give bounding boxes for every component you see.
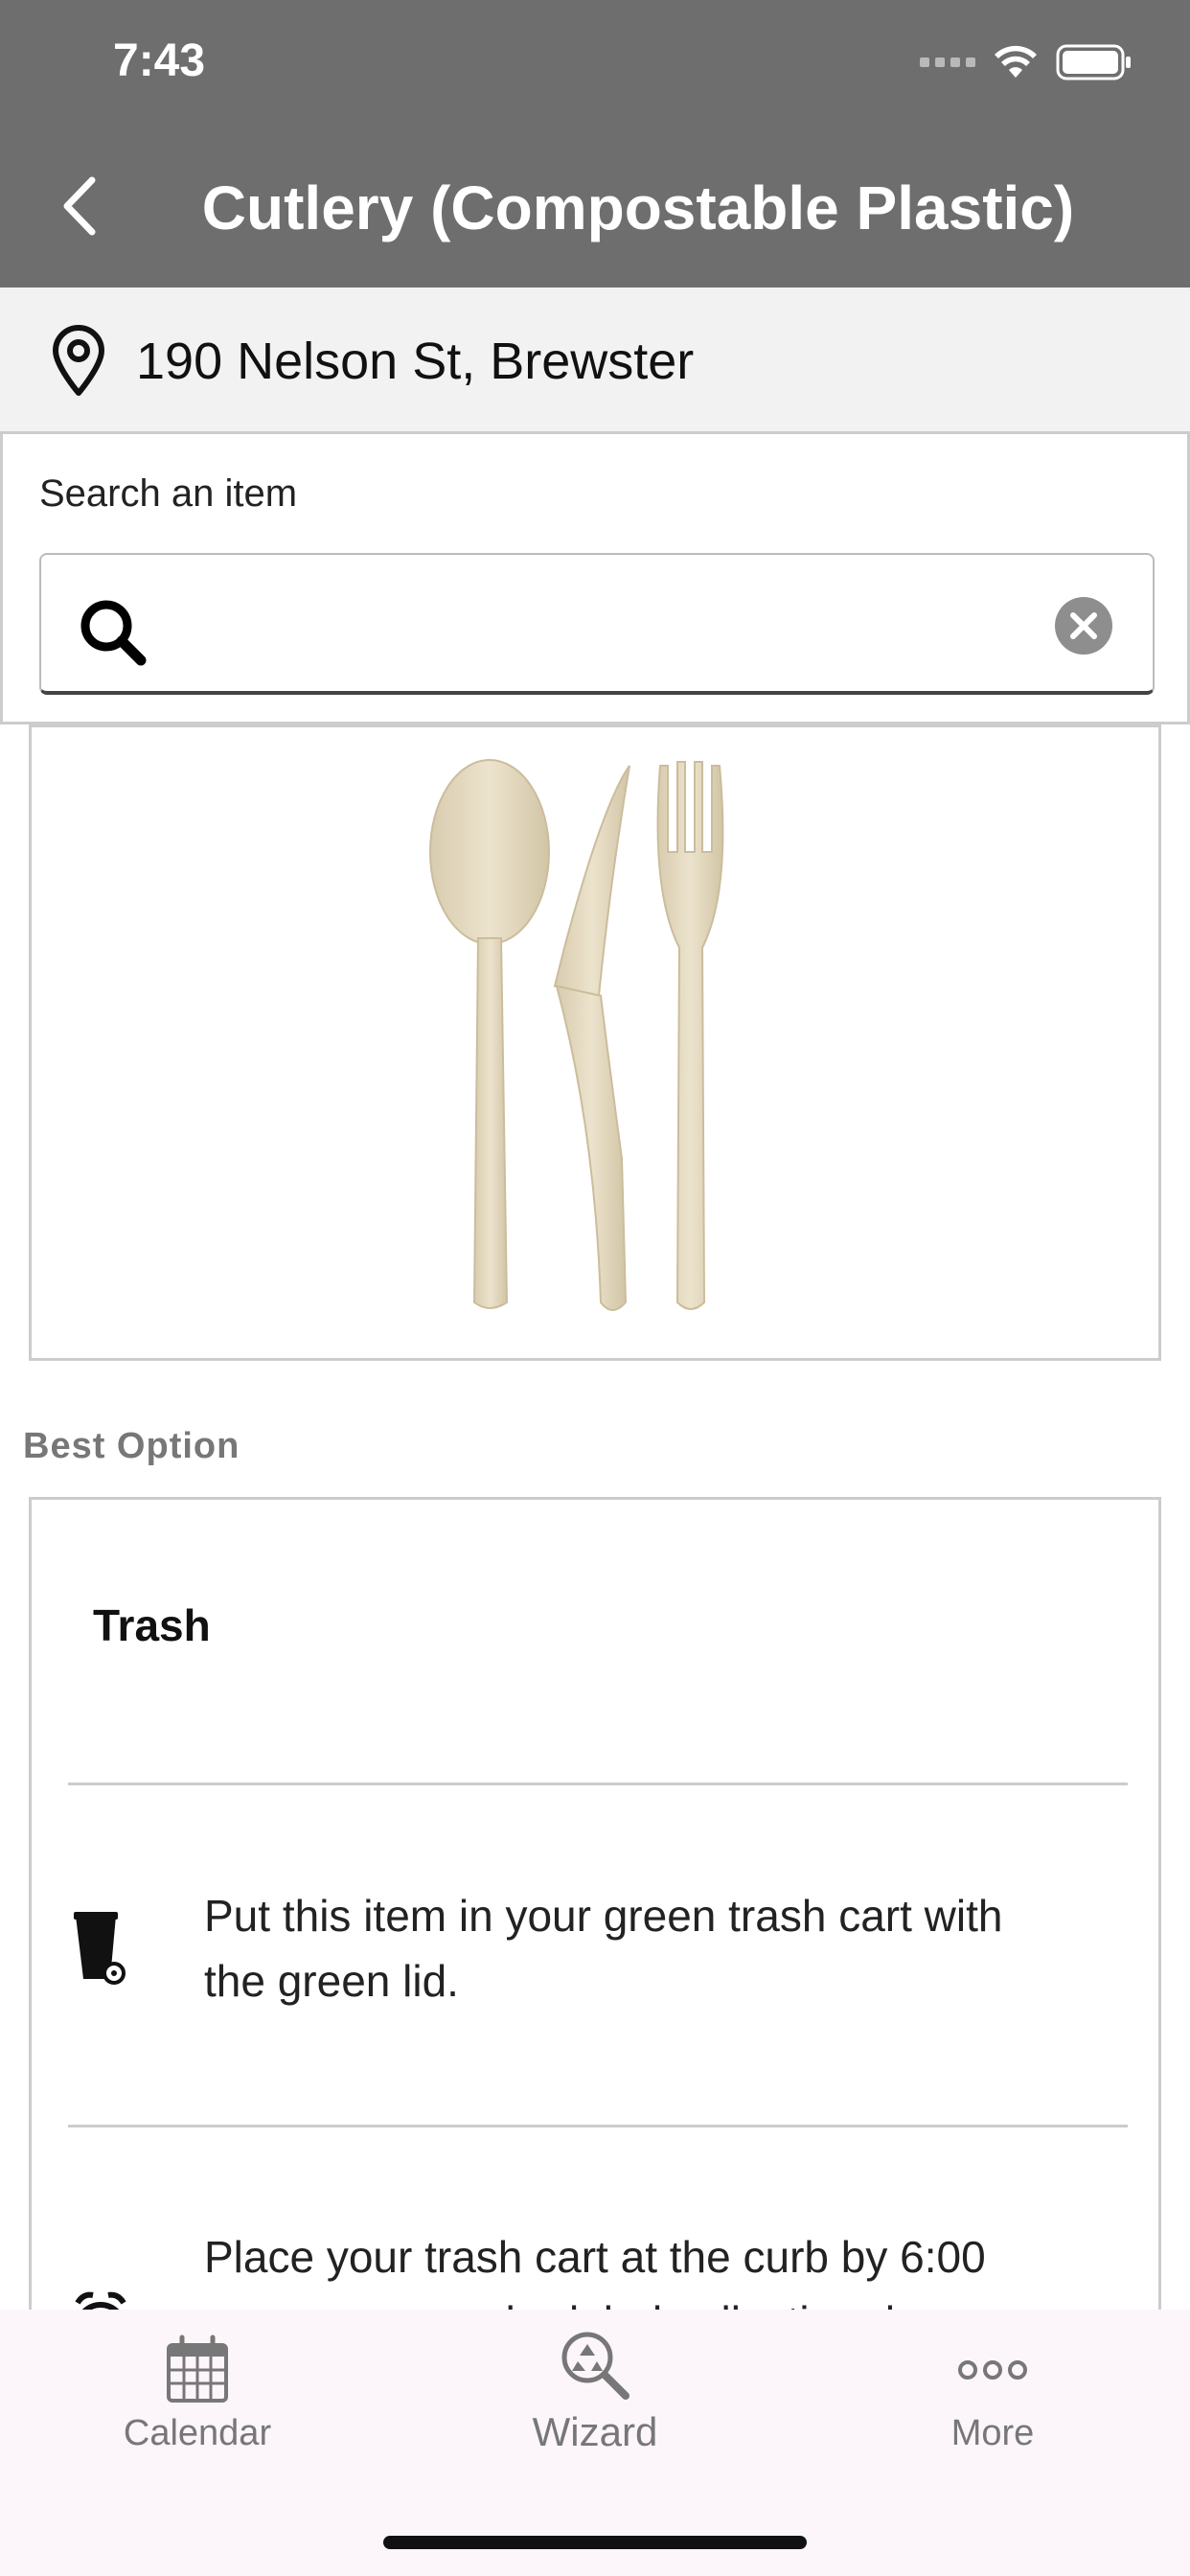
tab-label: Calendar bbox=[123, 2413, 272, 2453]
tab-label: Wizard bbox=[532, 2409, 658, 2454]
signal-icon bbox=[920, 58, 975, 67]
status-time: 7:43 bbox=[113, 35, 206, 86]
divider bbox=[68, 1782, 1128, 1785]
clear-icon[interactable] bbox=[1053, 595, 1114, 656]
trash-cart-icon bbox=[74, 1912, 126, 1985]
more-dots-icon bbox=[958, 2360, 1027, 2380]
cutlery-image bbox=[429, 759, 724, 1311]
location-pin-icon bbox=[53, 325, 104, 396]
item-image-card bbox=[29, 724, 1161, 1361]
instruction-text: Put this item in your green trash cart w… bbox=[204, 1891, 1003, 2006]
search-panel: Search an item bbox=[0, 431, 1190, 724]
home-indicator[interactable] bbox=[383, 2536, 807, 2549]
best-option-heading: Best Option bbox=[23, 1426, 240, 1466]
app-header: 7:43 Cutlery (Compostable Plastic) bbox=[0, 0, 1190, 288]
disposal-method-title: Trash bbox=[93, 1600, 211, 1650]
tab-calendar[interactable]: Calendar bbox=[54, 2310, 341, 2501]
recycle-search-icon bbox=[561, 2332, 629, 2400]
battery-icon bbox=[1056, 44, 1131, 80]
location-bar[interactable]: 190 Nelson St, Brewster bbox=[0, 288, 1190, 431]
divider bbox=[68, 2125, 1128, 2128]
tab-wizard[interactable]: Wizard bbox=[451, 2310, 739, 2501]
status-icons bbox=[920, 44, 1133, 80]
page-title: Cutlery (Compostable Plastic) bbox=[201, 173, 1075, 242]
search-icon bbox=[80, 600, 147, 666]
search-input[interactable] bbox=[166, 584, 1057, 670]
location-address: 190 Nelson St, Brewster bbox=[136, 333, 695, 390]
calendar-icon bbox=[167, 2334, 228, 2403]
search-label: Search an item bbox=[39, 472, 298, 515]
tab-label: More bbox=[950, 2413, 1035, 2453]
wifi-icon bbox=[995, 45, 1037, 78]
search-box[interactable] bbox=[39, 553, 1155, 695]
tab-more[interactable]: More bbox=[849, 2310, 1136, 2501]
